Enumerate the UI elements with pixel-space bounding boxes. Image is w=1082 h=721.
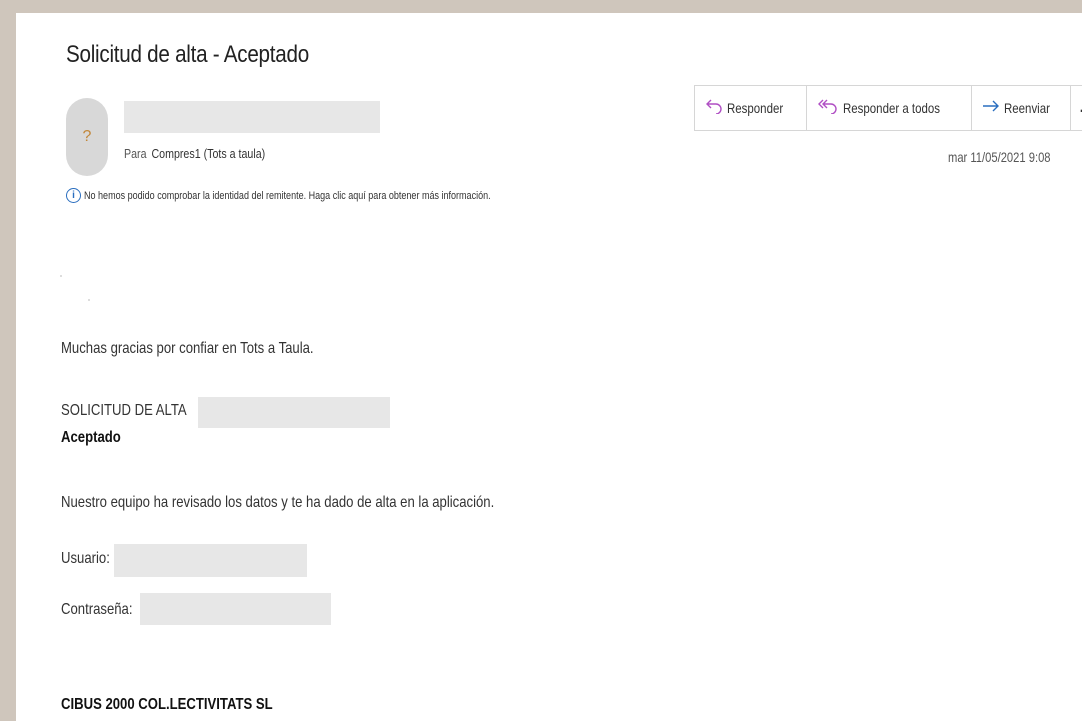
thanks-line: Muchas gracias por confiar en Tots a Tau… <box>61 340 314 357</box>
reply-icon <box>705 98 723 119</box>
sent-date: mar 11/05/2021 9:08 <box>948 149 1051 165</box>
status-text: Aceptado <box>61 429 121 446</box>
sender-avatar[interactable]: ? <box>66 98 108 176</box>
forward-button[interactable]: Reenviar <box>970 85 1071 131</box>
confirmation-message: Nuestro equipo ha revisado los datos y t… <box>61 494 495 511</box>
reply-label: Responder <box>727 100 784 116</box>
more-actions-button[interactable]: ... <box>1069 85 1082 131</box>
to-prefix: Para <box>124 146 147 161</box>
recipient-name[interactable]: Compres1 (Tots a taula) <box>151 146 265 161</box>
forward-label: Reenviar <box>1003 100 1050 116</box>
request-heading: SOLICITUD DE ALTA <box>61 402 187 419</box>
password-redacted <box>140 593 331 625</box>
sender-name-redacted[interactable] <box>124 101 380 133</box>
stray-mark <box>60 275 62 277</box>
request-id-redacted <box>198 397 390 428</box>
sender-verification-warning[interactable]: i No hemos podido comprobar la identidad… <box>66 188 580 203</box>
recipient-line: Para Compres1 (Tots a taula) <box>124 146 265 161</box>
password-label: Contraseña: <box>61 601 133 618</box>
reply-button[interactable]: Responder <box>694 85 807 131</box>
avatar-placeholder-icon: ? <box>82 128 92 145</box>
info-icon: i <box>66 188 81 203</box>
email-subject: Solicitud de alta - Aceptado <box>66 41 309 68</box>
username-label: Usuario: <box>61 550 110 567</box>
email-reading-pane: Solicitud de alta - Aceptado ? Para Compr… <box>16 13 1082 721</box>
reply-all-button[interactable]: Responder a todos <box>805 85 972 131</box>
warning-text[interactable]: No hemos podido comprobar la identidad d… <box>84 190 491 202</box>
company-signature: CIBUS 2000 COL.LECTIVITATS SL <box>61 696 273 713</box>
forward-icon <box>982 98 1000 118</box>
reply-all-icon <box>817 98 839 119</box>
message-toolbar: Responder Responder a todos Reenviar ... <box>694 85 1082 131</box>
reply-all-label: Responder a todos <box>842 100 940 116</box>
username-redacted <box>114 544 307 577</box>
stray-mark <box>88 299 90 301</box>
